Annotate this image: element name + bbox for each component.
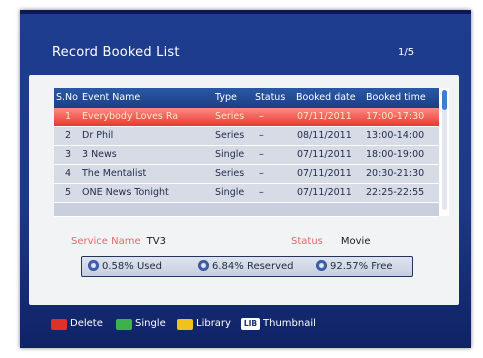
cell-event-name: The Mentalist — [82, 168, 147, 179]
service-name-label: Service Name — [71, 236, 141, 247]
used-text: 0.58% Used — [102, 261, 162, 272]
cell-booked-time: 18:00-19:00 — [366, 149, 425, 160]
status-label: Status — [291, 236, 323, 247]
used-indicator: 0.58% Used — [88, 260, 162, 272]
cell-sno: 4 — [64, 168, 72, 179]
table-row[interactable]: 4 The Mentalist Series – 07/11/2011 20:3… — [54, 165, 439, 184]
cell-status: – — [259, 111, 264, 122]
green-key-icon[interactable] — [116, 319, 132, 330]
disc-icon — [198, 260, 209, 271]
disc-icon — [316, 260, 327, 271]
cell-booked-date: 07/11/2011 — [297, 111, 352, 122]
page-title: Record Booked List — [52, 45, 180, 60]
cell-sno: 5 — [64, 187, 72, 198]
content-panel: S.No Event Name Type Status Booked date … — [29, 75, 459, 305]
column-header-sno: S.No — [56, 92, 78, 103]
list-scrollbar[interactable] — [442, 90, 447, 210]
cell-sno: 1 — [64, 111, 72, 122]
cell-booked-date: 08/11/2011 — [297, 130, 352, 141]
status-value: Movie — [340, 236, 371, 247]
lib-key-icon[interactable]: LIB — [241, 318, 260, 330]
cell-booked-date: 07/11/2011 — [297, 149, 352, 160]
empty-row — [54, 203, 439, 217]
cell-booked-time: 20:30-21:30 — [366, 168, 425, 179]
top-strip — [20, 10, 471, 14]
cell-status: – — [259, 168, 264, 179]
cell-event-name: ONE News Tonight — [82, 187, 169, 198]
status-field: Status Movie — [291, 236, 370, 247]
cell-booked-date: 07/11/2011 — [297, 187, 352, 198]
page-indicator: 1/5 — [398, 47, 415, 58]
table-row[interactable]: 2 Dr Phil Series – 08/11/2011 13:00-14:0… — [54, 127, 439, 146]
column-header-status: Status — [255, 92, 286, 103]
cell-status: – — [259, 149, 264, 160]
library-label: Library — [196, 318, 231, 329]
cell-type: Single — [215, 149, 245, 160]
single-label: Single — [135, 318, 166, 329]
column-header-type: Type — [215, 92, 237, 103]
free-indicator: 92.57% Free — [316, 260, 393, 272]
cell-type: Series — [215, 130, 245, 141]
cell-status: – — [259, 187, 264, 198]
table-row[interactable]: 5 ONE News Tonight Single – 07/11/2011 2… — [54, 184, 439, 203]
tv-screen: Record Booked List 1/5 S.No Event Name T… — [20, 10, 471, 348]
scrollbar-thumb[interactable] — [442, 90, 447, 110]
key-legend: Delete Single Library LIB Thumbnail — [20, 317, 471, 333]
column-header-event-name: Event Name — [82, 92, 141, 103]
reserved-text: 6.84% Reserved — [212, 261, 294, 272]
service-name-field: Service Name TV3 — [71, 236, 166, 247]
red-key-icon[interactable] — [51, 319, 67, 330]
column-header-booked-time: Booked time — [366, 92, 426, 103]
cell-booked-time: 22:25-22:55 — [366, 187, 425, 198]
cell-type: Series — [215, 168, 245, 179]
booked-list-table: S.No Event Name Type Status Booked date … — [54, 88, 449, 217]
cell-event-name: Dr Phil — [82, 130, 114, 141]
service-name-value: TV3 — [146, 236, 166, 247]
disc-icon — [88, 260, 99, 271]
cell-type: Series — [215, 111, 245, 122]
yellow-key-icon[interactable] — [177, 319, 193, 330]
column-header-booked-date: Booked date — [296, 92, 356, 103]
cell-event-name: Everybody Loves Ra — [82, 111, 179, 122]
cell-booked-time: 17:00-17:30 — [366, 111, 425, 122]
table-row[interactable]: 3 3 News Single – 07/11/2011 18:00-19:00 — [54, 146, 439, 165]
thumbnail-label: Thumbnail — [263, 318, 316, 329]
cell-status: – — [259, 130, 264, 141]
cell-type: Single — [215, 187, 245, 198]
cell-sno: 2 — [64, 130, 72, 141]
storage-usage-bar: 0.58% Used 6.84% Reserved 92.57% Free — [81, 256, 413, 277]
free-text: 92.57% Free — [330, 261, 393, 272]
cell-booked-time: 13:00-14:00 — [366, 130, 425, 141]
reserved-indicator: 6.84% Reserved — [198, 260, 294, 272]
cell-booked-date: 07/11/2011 — [297, 168, 352, 179]
table-header: S.No Event Name Type Status Booked date … — [54, 88, 439, 108]
delete-label: Delete — [70, 318, 103, 329]
table-row[interactable]: 1 Everybody Loves Ra Series – 07/11/2011… — [54, 108, 439, 127]
cell-event-name: 3 News — [82, 149, 117, 160]
cell-sno: 3 — [64, 149, 72, 160]
